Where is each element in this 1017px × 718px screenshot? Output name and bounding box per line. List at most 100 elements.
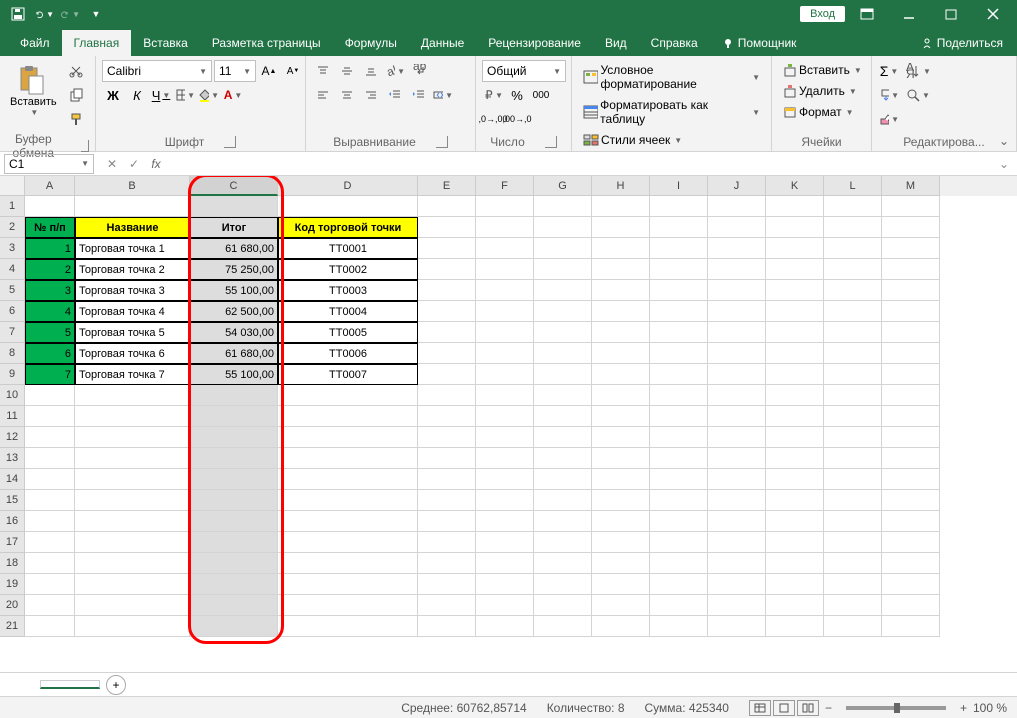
merge-icon[interactable]: ▼ bbox=[432, 84, 454, 106]
cell[interactable] bbox=[190, 427, 278, 448]
cell[interactable] bbox=[534, 448, 592, 469]
cell[interactable] bbox=[418, 196, 476, 217]
cell[interactable]: ТТ0007 bbox=[278, 364, 418, 385]
cell[interactable] bbox=[476, 196, 534, 217]
cell[interactable]: ТТ0005 bbox=[278, 322, 418, 343]
cell[interactable] bbox=[650, 238, 708, 259]
cell[interactable]: 2 bbox=[25, 259, 75, 280]
number-launcher[interactable] bbox=[545, 136, 557, 148]
cell[interactable] bbox=[824, 532, 882, 553]
cell[interactable] bbox=[592, 301, 650, 322]
cell[interactable] bbox=[418, 595, 476, 616]
cell[interactable] bbox=[476, 574, 534, 595]
cell[interactable] bbox=[534, 553, 592, 574]
align-top-icon[interactable] bbox=[312, 60, 334, 82]
cell[interactable] bbox=[766, 511, 824, 532]
cell[interactable] bbox=[882, 616, 940, 637]
cell[interactable] bbox=[650, 616, 708, 637]
cell[interactable] bbox=[534, 301, 592, 322]
tab-data[interactable]: Данные bbox=[409, 30, 476, 56]
cell[interactable] bbox=[476, 259, 534, 280]
cell[interactable] bbox=[766, 364, 824, 385]
undo-icon[interactable]: ▼ bbox=[34, 4, 54, 24]
minimize-icon[interactable] bbox=[889, 0, 929, 28]
cell[interactable] bbox=[592, 196, 650, 217]
cell[interactable] bbox=[708, 595, 766, 616]
cell[interactable] bbox=[824, 196, 882, 217]
cell[interactable] bbox=[534, 595, 592, 616]
tab-home[interactable]: Главная bbox=[62, 30, 132, 56]
font-launcher[interactable] bbox=[224, 136, 236, 148]
row-header-8[interactable]: 8 bbox=[0, 343, 25, 364]
cell[interactable] bbox=[708, 511, 766, 532]
align-center-icon[interactable] bbox=[336, 84, 358, 106]
cell[interactable] bbox=[824, 343, 882, 364]
cell[interactable] bbox=[592, 595, 650, 616]
cell[interactable] bbox=[882, 595, 940, 616]
cell[interactable] bbox=[190, 616, 278, 637]
cell[interactable] bbox=[708, 448, 766, 469]
cell[interactable] bbox=[418, 406, 476, 427]
decrease-decimal-icon[interactable]: ,00→,0 bbox=[506, 108, 528, 130]
cell[interactable] bbox=[882, 196, 940, 217]
clear-icon[interactable]: ▼ bbox=[878, 108, 900, 130]
cell[interactable] bbox=[534, 196, 592, 217]
cell[interactable] bbox=[278, 595, 418, 616]
cell[interactable]: Название bbox=[75, 217, 190, 238]
cell[interactable] bbox=[766, 259, 824, 280]
cell[interactable] bbox=[592, 511, 650, 532]
cell[interactable] bbox=[824, 469, 882, 490]
cell[interactable] bbox=[190, 385, 278, 406]
cell[interactable] bbox=[708, 280, 766, 301]
cell[interactable] bbox=[278, 196, 418, 217]
cell[interactable] bbox=[534, 406, 592, 427]
fill-color-icon[interactable]: ▼ bbox=[198, 84, 220, 106]
cell[interactable] bbox=[882, 574, 940, 595]
cell[interactable] bbox=[882, 406, 940, 427]
cell[interactable]: ТТ0004 bbox=[278, 301, 418, 322]
number-format-select[interactable]: Общий▼ bbox=[482, 60, 566, 82]
paste-button[interactable]: Вставить▼ bbox=[6, 60, 61, 121]
cell[interactable] bbox=[25, 469, 75, 490]
col-header-I[interactable]: I bbox=[650, 176, 708, 196]
cell[interactable] bbox=[650, 406, 708, 427]
row-header-10[interactable]: 10 bbox=[0, 385, 25, 406]
cell[interactable] bbox=[75, 427, 190, 448]
tab-file[interactable]: Файл bbox=[8, 30, 62, 56]
row-header-4[interactable]: 4 bbox=[0, 259, 25, 280]
cell[interactable] bbox=[824, 385, 882, 406]
col-header-H[interactable]: H bbox=[592, 176, 650, 196]
cell[interactable] bbox=[708, 469, 766, 490]
cell[interactable] bbox=[534, 259, 592, 280]
cell[interactable] bbox=[650, 469, 708, 490]
cell[interactable] bbox=[708, 217, 766, 238]
cell[interactable] bbox=[592, 280, 650, 301]
cell[interactable] bbox=[708, 259, 766, 280]
cell[interactable] bbox=[278, 616, 418, 637]
cell[interactable] bbox=[650, 322, 708, 343]
align-middle-icon[interactable] bbox=[336, 60, 358, 82]
cell[interactable] bbox=[75, 616, 190, 637]
row-header-3[interactable]: 3 bbox=[0, 238, 25, 259]
cell[interactable] bbox=[534, 322, 592, 343]
cell[interactable] bbox=[534, 490, 592, 511]
cell[interactable] bbox=[418, 301, 476, 322]
select-all-corner[interactable] bbox=[0, 176, 25, 196]
cell[interactable]: Торговая точка 6 bbox=[75, 343, 190, 364]
cell[interactable] bbox=[25, 385, 75, 406]
cell[interactable] bbox=[75, 448, 190, 469]
cell[interactable] bbox=[708, 427, 766, 448]
cell[interactable] bbox=[650, 259, 708, 280]
cell[interactable] bbox=[476, 217, 534, 238]
align-left-icon[interactable] bbox=[312, 84, 334, 106]
cell[interactable] bbox=[766, 301, 824, 322]
cell[interactable] bbox=[766, 217, 824, 238]
row-header-5[interactable]: 5 bbox=[0, 280, 25, 301]
cell[interactable] bbox=[418, 616, 476, 637]
cell[interactable] bbox=[766, 616, 824, 637]
cell[interactable] bbox=[592, 259, 650, 280]
cell[interactable] bbox=[476, 490, 534, 511]
cell[interactable] bbox=[418, 217, 476, 238]
row-header-11[interactable]: 11 bbox=[0, 406, 25, 427]
cell[interactable] bbox=[75, 490, 190, 511]
